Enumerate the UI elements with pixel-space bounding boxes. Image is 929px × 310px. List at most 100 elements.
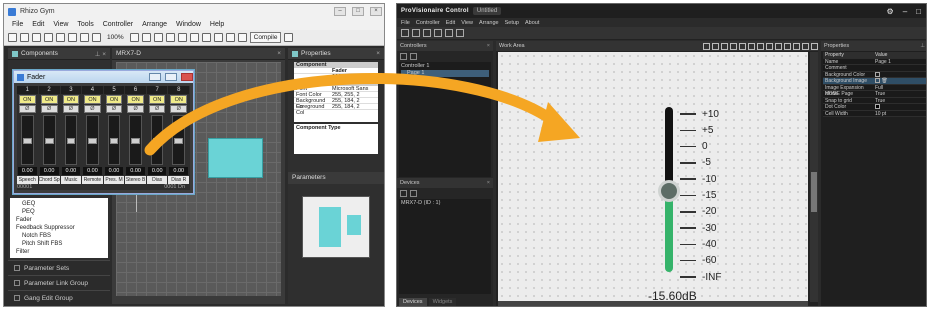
fader-cap[interactable] xyxy=(88,138,97,144)
channel-fader[interactable] xyxy=(107,115,121,165)
menu-arrange[interactable]: Arrange xyxy=(142,21,167,28)
grid-icon[interactable] xyxy=(213,33,223,42)
overview-thumbnail[interactable] xyxy=(302,196,370,258)
menu-tools[interactable]: Tools xyxy=(77,21,93,28)
channel-fader[interactable] xyxy=(129,115,142,165)
phase-button[interactable]: Ø xyxy=(40,105,58,113)
parameters-header[interactable]: Parameters xyxy=(288,172,384,184)
channel-on-button[interactable]: ON xyxy=(19,95,36,104)
channel-on-button[interactable]: ON xyxy=(40,95,58,104)
scrollbar-thumb[interactable] xyxy=(811,172,817,212)
minimize-icon[interactable]: – xyxy=(903,7,907,16)
align-top-icon[interactable] xyxy=(165,33,175,42)
undo-icon[interactable] xyxy=(703,42,710,50)
color-swatch[interactable] xyxy=(875,71,880,77)
align-middle-icon[interactable] xyxy=(177,33,187,42)
cut-icon[interactable] xyxy=(56,33,65,42)
prop-row[interactable]: Foreground Col 255, 184, 2 xyxy=(294,104,378,116)
phase-button[interactable]: Ø xyxy=(170,105,188,113)
zoom-out-icon[interactable] xyxy=(92,33,101,42)
zoom-in-icon[interactable] xyxy=(80,33,89,42)
close-icon[interactable]: × xyxy=(487,180,490,186)
add-icon[interactable] xyxy=(400,189,407,197)
channel-on-button[interactable]: ON xyxy=(148,95,166,104)
minimize-button[interactable]: – xyxy=(334,7,346,16)
distribute-h-icon[interactable] xyxy=(766,42,773,50)
tree-item[interactable]: Feedback Suppressor xyxy=(12,224,106,232)
channel-fader[interactable] xyxy=(64,115,78,165)
zoom-in-icon[interactable] xyxy=(793,42,800,50)
property-row[interactable]: Cell Width 10 pt xyxy=(823,111,926,117)
channel-on-button[interactable]: ON xyxy=(62,95,80,104)
zoom-fit-icon[interactable] xyxy=(811,42,818,50)
channel-fader[interactable] xyxy=(86,115,99,165)
zoom-level[interactable]: 100% xyxy=(107,34,124,41)
redo-icon[interactable] xyxy=(44,33,53,42)
open-icon[interactable] xyxy=(412,29,420,37)
tab-devices[interactable]: Devices xyxy=(399,298,427,306)
fader-knob[interactable] xyxy=(658,180,680,202)
align-left-icon[interactable] xyxy=(721,42,728,50)
device-item[interactable]: MRX7-D (ID : 1) xyxy=(401,200,489,206)
fader-title-bar[interactable]: Fader xyxy=(14,71,193,83)
maximize-button[interactable] xyxy=(165,73,177,81)
menu-controller[interactable]: Controller xyxy=(416,20,440,26)
settings-icon[interactable]: ⚙ xyxy=(887,7,894,16)
phase-button[interactable]: Ø xyxy=(105,105,123,113)
snap-icon[interactable] xyxy=(225,33,235,42)
align-right-icon[interactable] xyxy=(739,42,746,50)
vertical-scrollbar[interactable] xyxy=(810,52,818,302)
zoom-out-icon[interactable] xyxy=(802,42,809,50)
new-icon[interactable] xyxy=(8,33,17,42)
phase-button[interactable]: Ø xyxy=(84,105,101,113)
menu-setup[interactable]: Setup xyxy=(505,20,519,26)
fader-cap[interactable] xyxy=(109,138,119,144)
play-icon[interactable] xyxy=(445,29,453,37)
tree-item[interactable]: GEQ xyxy=(12,200,106,208)
remove-icon[interactable] xyxy=(410,52,417,60)
phase-button[interactable]: Ø xyxy=(62,105,80,113)
distribute-v-icon[interactable] xyxy=(775,42,782,50)
channel-fader[interactable] xyxy=(150,115,164,165)
remove-icon[interactable] xyxy=(410,189,417,197)
channel-fader[interactable] xyxy=(21,115,34,165)
fader-component-block[interactable] xyxy=(208,138,263,178)
tree-item[interactable]: Pitch Shift FBS xyxy=(12,240,106,248)
channel-fader[interactable] xyxy=(172,115,186,165)
channel-on-button[interactable]: ON xyxy=(84,95,101,104)
design-tab[interactable]: MRX7-D × xyxy=(112,48,285,60)
undo-icon[interactable] xyxy=(32,33,41,42)
close-button[interactable] xyxy=(181,73,193,81)
compile-button[interactable]: Compile xyxy=(249,32,282,43)
image-picker[interactable] xyxy=(875,78,880,84)
color-swatch[interactable] xyxy=(875,104,880,110)
copy-icon[interactable] xyxy=(68,33,77,42)
tree-item[interactable]: Notch FBS xyxy=(12,232,106,240)
menu-view[interactable]: View xyxy=(53,21,68,28)
tree-item[interactable]: Filter xyxy=(12,248,106,256)
parameter-link-group-item[interactable]: Parameter Link Group xyxy=(8,275,110,290)
menu-arrange[interactable]: Arrange xyxy=(479,20,499,26)
menu-file[interactable]: File xyxy=(12,21,23,28)
page-item[interactable]: Page 1 xyxy=(401,70,489,77)
distribute-icon[interactable] xyxy=(201,33,211,42)
tree-item[interactable]: PEQ xyxy=(12,208,106,216)
fader-cap[interactable] xyxy=(23,138,32,144)
tab-widgets[interactable]: Widgets xyxy=(428,298,457,306)
close-icon[interactable]: × xyxy=(277,50,281,57)
trash-icon[interactable]: 🗑 xyxy=(881,78,887,84)
menu-edit[interactable]: Edit xyxy=(446,20,455,26)
fader-cap[interactable] xyxy=(66,138,76,144)
fader-cap[interactable] xyxy=(44,138,54,144)
pin-icon[interactable]: ⊥ xyxy=(920,43,925,49)
fader-cap[interactable] xyxy=(131,138,140,144)
save-icon[interactable] xyxy=(423,29,431,37)
add-icon[interactable] xyxy=(400,52,407,60)
online-icon[interactable] xyxy=(284,33,294,42)
menu-about[interactable]: About xyxy=(525,20,539,26)
channel-on-button[interactable]: ON xyxy=(127,95,144,104)
redo-icon[interactable] xyxy=(712,42,719,50)
menu-edit[interactable]: Edit xyxy=(32,21,44,28)
new-icon[interactable] xyxy=(401,29,409,37)
tree-item[interactable]: Fader xyxy=(12,216,106,224)
